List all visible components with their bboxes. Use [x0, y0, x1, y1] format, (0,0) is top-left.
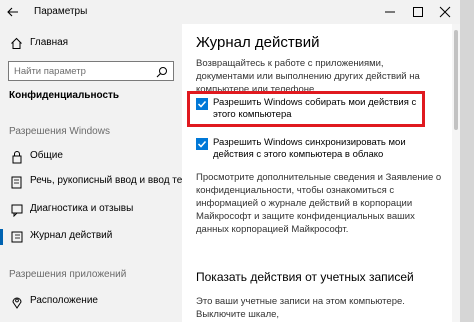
sidebar-item-label: Речь, рукописный ввод и ввод текста: [30, 175, 202, 186]
search-placeholder: Найти параметр: [14, 66, 86, 77]
checkbox-sync-activity[interactable]: Разрешить Windows синхронизировать мои д…: [196, 137, 436, 163]
sidebar-item-label: Расположение: [30, 295, 98, 306]
sidebar-home-link[interactable]: Главная: [30, 37, 68, 48]
sidebar-item-general[interactable]: Общие: [0, 146, 182, 168]
active-indicator: [0, 229, 3, 245]
sidebar-section-title: Конфиденциальность: [9, 90, 120, 101]
pen-icon: [10, 175, 24, 189]
checkbox-label: Разрешить Windows синхронизировать мои д…: [213, 137, 406, 160]
title-bar: Параметры: [0, 0, 474, 24]
location-icon: [10, 295, 24, 309]
home-icon[interactable]: [10, 37, 23, 50]
feedback-icon: [10, 203, 24, 218]
sidebar-group-apps: Разрешения приложений: [9, 269, 127, 280]
sidebar-item-activity-history[interactable]: Журнал действий: [0, 226, 182, 248]
sidebar-item-speech[interactable]: Речь, рукописный ввод и ввод текста: [0, 171, 202, 193]
close-icon[interactable]: [437, 4, 453, 20]
history-icon: [10, 230, 24, 244]
minimize-icon[interactable]: [382, 4, 398, 20]
sidebar-item-label: Диагностика и отзывы: [30, 203, 134, 214]
page-title: Журнал действий: [196, 34, 320, 51]
search-input[interactable]: Найти параметр: [8, 61, 174, 81]
lock-icon: [10, 150, 24, 164]
scrollbar-thumb[interactable]: [454, 30, 458, 130]
accounts-section-text: Это ваши учетные записи на этом компьюте…: [196, 296, 405, 320]
arrow-left-icon[interactable]: [6, 5, 20, 19]
sidebar-item-label: Общие: [30, 150, 63, 161]
sidebar-group-windows: Разрешения Windows: [9, 126, 110, 137]
privacy-statement-text: Просмотрите дополнительные сведения и За…: [196, 172, 442, 235]
maximize-icon[interactable]: [410, 4, 426, 20]
search-icon[interactable]: [156, 65, 168, 78]
highlight-frame: [187, 91, 425, 127]
window-edge: [460, 0, 474, 322]
sidebar-item-location[interactable]: Расположение: [0, 291, 182, 313]
sidebar-item-diagnostics[interactable]: Диагностика и отзывы: [0, 199, 182, 221]
sidebar-item-label: Журнал действий: [30, 230, 113, 241]
checkbox-checked-icon[interactable]: [196, 138, 208, 150]
app-title: Параметры: [34, 6, 88, 17]
accounts-section-title: Показать действия от учетных записей: [196, 270, 414, 284]
